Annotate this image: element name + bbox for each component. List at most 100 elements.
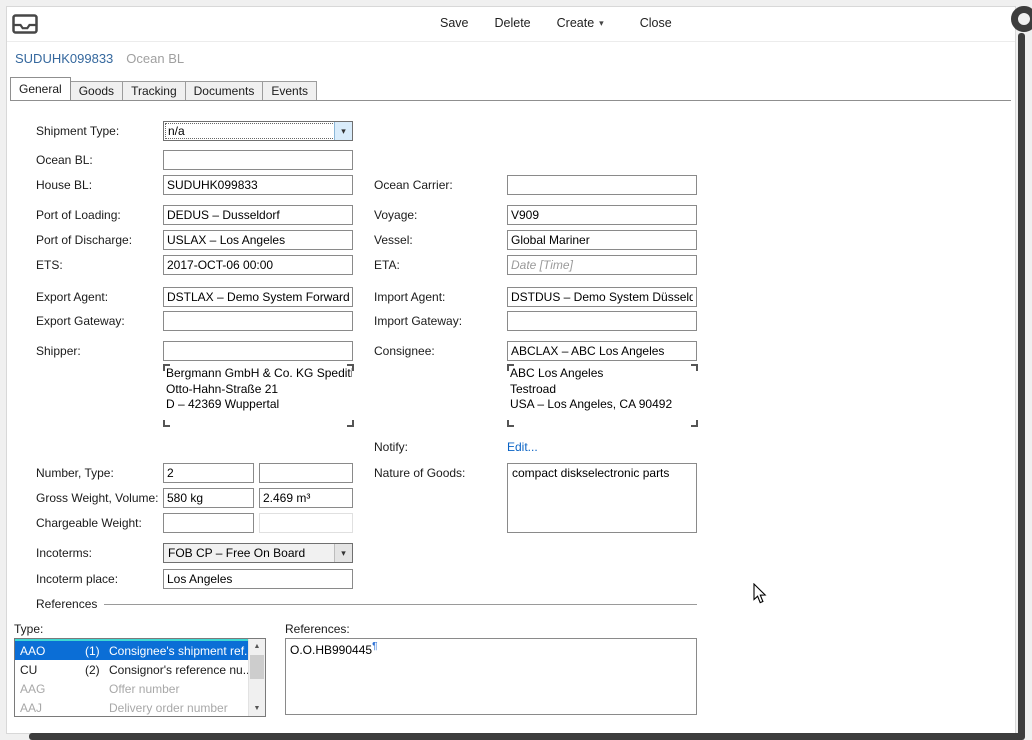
chargeable-weight-secondary-box: [259, 513, 353, 533]
list-item-aaj[interactable]: AAJ Delivery order number: [15, 698, 265, 717]
import-gateway-label: Import Gateway:: [374, 311, 462, 331]
corner-mark-icon: [163, 420, 170, 427]
tab-strip: General Goods Tracking Documents Events: [10, 77, 1011, 101]
package-number-input[interactable]: [163, 463, 254, 483]
vessel-label: Vessel:: [374, 230, 413, 250]
ref-desc: Consignee's shipment ref...: [109, 644, 248, 658]
incoterm-place-label: Incoterm place:: [36, 569, 118, 589]
scroll-down-icon[interactable]: ▼: [249, 701, 265, 716]
references-section-label: References: [36, 597, 97, 611]
chargeable-weight-input[interactable]: [163, 513, 254, 533]
shipment-type-select[interactable]: n/a ▾: [163, 121, 353, 141]
background-window-edge-bottom: [29, 733, 1024, 740]
delete-button[interactable]: Delete: [488, 12, 538, 34]
mouse-cursor: [753, 583, 767, 609]
eta-label: ETA:: [374, 255, 400, 275]
consignee-address-block: ABC Los Angeles Testroad USA – Los Angel…: [507, 364, 698, 427]
ocean-carrier-input[interactable]: [507, 175, 697, 195]
scroll-up-icon[interactable]: ▲: [249, 639, 265, 654]
shipper-address-text: Bergmann GmbH & Co. KG Spediti... Otto-H…: [166, 366, 352, 413]
ref-code: CU: [15, 663, 85, 677]
references-section-header: References: [36, 597, 697, 611]
ref-desc: Offer number: [109, 682, 248, 696]
import-gateway-input[interactable]: [507, 311, 697, 331]
document-header: SUDUHK099833 Ocean BL: [15, 51, 184, 66]
dropdown-arrow-icon[interactable]: ▾: [334, 544, 352, 562]
pilcrow-mark-icon: ¶: [372, 641, 377, 652]
tab-general[interactable]: General: [10, 77, 71, 101]
incoterms-label: Incoterms:: [36, 543, 92, 563]
port-of-loading-input[interactable]: [163, 205, 353, 225]
ref-desc: Delivery order number: [109, 701, 248, 715]
port-of-discharge-label: Port of Discharge:: [36, 230, 132, 250]
nature-of-goods-label: Nature of Goods:: [374, 463, 465, 483]
shipper-input[interactable]: [163, 341, 353, 361]
vessel-input[interactable]: [507, 230, 697, 250]
import-agent-input[interactable]: [507, 287, 697, 307]
notify-edit-link[interactable]: Edit...: [507, 437, 538, 457]
save-label: Save: [440, 16, 469, 30]
gross-weight-volume-label: Gross Weight, Volume:: [36, 488, 159, 508]
tab-documents[interactable]: Documents: [185, 81, 264, 100]
references-textarea[interactable]: O.O.HB990445¶: [285, 638, 697, 715]
port-of-discharge-input[interactable]: [163, 230, 353, 250]
corner-mark-icon: [347, 364, 354, 371]
tab-goods[interactable]: Goods: [70, 81, 123, 100]
shipment-type-value: n/a: [168, 124, 185, 138]
consignee-input[interactable]: [507, 341, 697, 361]
consignee-address-text: ABC Los Angeles Testroad USA – Los Angel…: [510, 366, 696, 413]
eta-input[interactable]: [507, 255, 697, 275]
background-window-edge-right: [1018, 33, 1025, 740]
nature-of-goods-textarea[interactable]: compact diskselectronic parts: [507, 463, 697, 533]
save-button[interactable]: Save: [433, 12, 476, 34]
application-screen: Save Delete Create ▾ Close SUDUHK099833 …: [0, 0, 1032, 740]
corner-mark-icon: [691, 420, 698, 427]
export-agent-label: Export Agent:: [36, 287, 108, 307]
port-of-loading-label: Port of Loading:: [36, 205, 121, 225]
shipper-label: Shipper:: [36, 341, 81, 361]
number-type-label: Number, Type:: [36, 463, 114, 483]
reference-value: O.O.HB990445: [290, 643, 372, 657]
corner-mark-icon: [507, 420, 514, 427]
export-gateway-input[interactable]: [163, 311, 353, 331]
create-button[interactable]: Create ▾: [550, 12, 611, 34]
chargeable-weight-label: Chargeable Weight:: [36, 513, 142, 533]
create-label: Create: [557, 16, 595, 30]
house-bl-input[interactable]: [163, 175, 353, 195]
voyage-input[interactable]: [507, 205, 697, 225]
gross-weight-input[interactable]: [163, 488, 254, 508]
corner-mark-icon: [507, 364, 514, 371]
notify-label: Notify:: [374, 437, 408, 457]
volume-input[interactable]: [259, 488, 353, 508]
inbox-tray-icon: [12, 14, 38, 34]
list-scrollbar[interactable]: ▲ ▼: [248, 639, 265, 716]
incoterms-value: FOB CP – Free On Board: [168, 546, 305, 560]
package-type-input[interactable]: [259, 463, 353, 483]
scrollbar-thumb[interactable]: [250, 655, 264, 679]
background-window-ring: [1011, 6, 1032, 32]
tab-events[interactable]: Events: [262, 81, 317, 100]
document-id: SUDUHK099833: [15, 51, 113, 66]
tab-tracking[interactable]: Tracking: [122, 81, 186, 100]
toolbar-buttons: Save Delete Create ▾ Close: [433, 12, 679, 34]
export-agent-input[interactable]: [163, 287, 353, 307]
incoterm-place-input[interactable]: [163, 569, 353, 589]
ref-code: AAJ: [15, 701, 85, 715]
list-item-cu[interactable]: CU (2) Consignor's reference nu...: [15, 660, 265, 679]
consignee-label: Consignee:: [374, 341, 435, 361]
delete-label: Delete: [495, 16, 531, 30]
list-item-aao[interactable]: AAO (1) Consignee's shipment ref...: [15, 641, 265, 660]
document-type-label: Ocean BL: [126, 51, 184, 66]
dropdown-arrow-icon[interactable]: ▾: [334, 122, 352, 140]
incoterms-select[interactable]: FOB CP – Free On Board ▾: [163, 543, 353, 563]
house-bl-label: House BL:: [36, 175, 92, 195]
list-item-aag[interactable]: AAG Offer number: [15, 679, 265, 698]
reference-type-list[interactable]: AAO (1) Consignee's shipment ref... CU (…: [14, 638, 266, 717]
section-divider: [104, 604, 697, 605]
ocean-bl-input[interactable]: [163, 150, 353, 170]
close-button[interactable]: Close: [633, 12, 679, 34]
shipment-type-label: Shipment Type:: [36, 121, 119, 141]
ocean-carrier-label: Ocean Carrier:: [374, 175, 453, 195]
ets-input[interactable]: [163, 255, 353, 275]
close-label: Close: [640, 16, 672, 30]
